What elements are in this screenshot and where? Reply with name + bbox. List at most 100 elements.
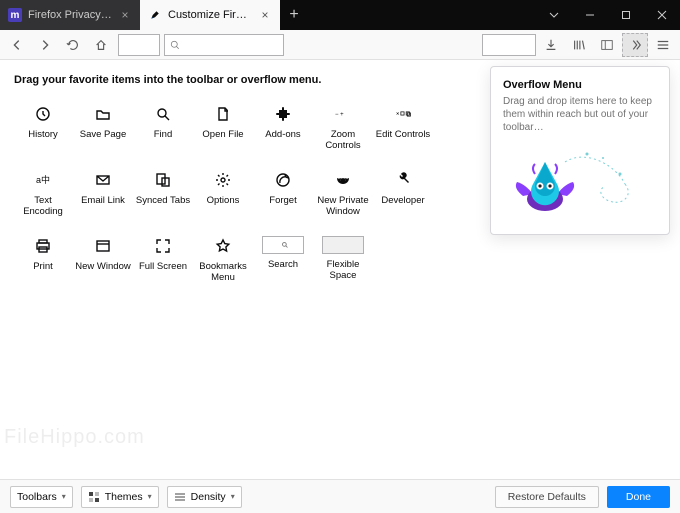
item-label: Edit Controls (376, 130, 430, 141)
done-button[interactable]: Done (607, 486, 670, 508)
item-label: Forget (269, 196, 296, 207)
search-bar-left[interactable] (164, 34, 284, 56)
close-icon[interactable]: × (258, 8, 272, 22)
item-label: Text Encoding (15, 196, 71, 218)
nav-toolbar (0, 30, 680, 60)
item-addons[interactable]: Add-ons (254, 100, 312, 156)
item-synced-tabs[interactable]: Synced Tabs (134, 166, 192, 222)
tab-favicon-moz: m (8, 8, 22, 22)
item-edit[interactable]: Edit Controls (374, 100, 432, 156)
wrench-icon (393, 170, 413, 190)
themes-dropdown[interactable]: Themes ▾ (81, 486, 159, 508)
synced-tabs-icon (153, 170, 173, 190)
file-icon (213, 104, 233, 124)
tab-customize[interactable]: Customize Firefox × (140, 0, 280, 30)
tab-privacy-notice[interactable]: m Firefox Privacy Notice — Mozi × (0, 0, 140, 30)
item-label: Options (207, 196, 240, 207)
paintbrush-icon (148, 8, 162, 22)
library-button[interactable] (566, 33, 592, 57)
chevron-down-icon: ▾ (148, 492, 152, 501)
svg-text:− +: − + (335, 112, 344, 118)
search-bar-right[interactable] (482, 34, 536, 56)
minimize-icon[interactable] (572, 0, 608, 30)
theme-icon (88, 491, 100, 503)
text-encoding-icon: a中 (33, 170, 53, 190)
overflow-title: Overflow Menu (503, 79, 657, 91)
drop-icon[interactable] (536, 0, 572, 30)
item-new-window[interactable]: New Window (74, 232, 132, 288)
svg-text:a中: a中 (36, 174, 50, 185)
mail-icon (93, 170, 113, 190)
edit-icon (393, 104, 413, 124)
item-print[interactable]: Print (14, 232, 72, 288)
overflow-illustration (505, 144, 655, 224)
close-icon[interactable]: × (118, 8, 132, 22)
forget-icon (273, 170, 293, 190)
item-label: Developer (381, 196, 424, 207)
item-options[interactable]: Options (194, 166, 252, 222)
gear-icon (213, 170, 233, 190)
downloads-button[interactable] (538, 33, 564, 57)
overflow-panel[interactable]: Overflow Menu Drag and drop items here t… (490, 66, 670, 235)
item-email-link[interactable]: Email Link (74, 166, 132, 222)
print-icon (33, 236, 53, 256)
back-button[interactable] (4, 33, 30, 57)
item-new-private[interactable]: New Private Window (314, 166, 372, 222)
reload-button[interactable] (60, 33, 86, 57)
item-forget[interactable]: Forget (254, 166, 312, 222)
watermark: FileHippo.com (4, 426, 145, 449)
item-label: Save Page (80, 130, 126, 141)
titlebar: m Firefox Privacy Notice — Mozi × Custom… (0, 0, 680, 30)
window-controls (536, 0, 680, 30)
item-label: Open File (202, 130, 243, 141)
toolbars-dropdown[interactable]: Toolbars ▾ (10, 486, 73, 508)
item-full-screen[interactable]: Full Screen (134, 232, 192, 288)
tab-strip: m Firefox Privacy Notice — Mozi × Custom… (0, 0, 536, 30)
home-button[interactable] (88, 33, 114, 57)
item-label: Print (33, 262, 53, 273)
sidebar-button[interactable] (594, 33, 620, 57)
overflow-desc: Drag and drop items here to keep them wi… (503, 95, 657, 134)
item-find[interactable]: Find (134, 100, 192, 156)
history-icon (33, 104, 53, 124)
star-icon (213, 236, 233, 256)
overflow-button[interactable] (622, 33, 648, 57)
tab-label: Firefox Privacy Notice — Mozi (28, 9, 112, 21)
item-text-encoding[interactable]: a中 Text Encoding (14, 166, 72, 222)
item-label: Search (268, 260, 298, 271)
item-flexible-space[interactable]: Flexible Space (314, 232, 372, 288)
item-label: Full Screen (139, 262, 187, 273)
item-bookmarks-menu[interactable]: Bookmarks Menu (194, 232, 252, 288)
dropdown-label: Themes (105, 491, 143, 503)
item-search[interactable]: Search (254, 232, 312, 288)
hamburger-menu[interactable] (650, 33, 676, 57)
restore-defaults-button[interactable]: Restore Defaults (495, 486, 599, 508)
item-label: Add-ons (265, 130, 300, 141)
window-icon (93, 236, 113, 256)
folder-icon (93, 104, 113, 124)
dropdown-label: Toolbars (17, 491, 57, 503)
item-zoom[interactable]: − + Zoom Controls (314, 100, 372, 156)
item-label: Email Link (81, 196, 125, 207)
chevron-down-icon: ▾ (231, 492, 235, 501)
fullscreen-icon (153, 236, 173, 256)
maximize-icon[interactable] (608, 0, 644, 30)
density-dropdown[interactable]: Density ▾ (167, 486, 242, 508)
new-tab-button[interactable]: + (280, 0, 308, 30)
flex-space-icon (322, 236, 364, 254)
item-developer[interactable]: Developer (374, 166, 432, 222)
chevron-down-icon: ▾ (62, 492, 66, 501)
density-icon (174, 491, 186, 503)
forward-button[interactable] (32, 33, 58, 57)
searchbox-icon (262, 236, 304, 254)
item-save-page[interactable]: Save Page (74, 100, 132, 156)
item-label: Zoom Controls (315, 130, 371, 152)
search-icon (153, 104, 173, 124)
item-open-file[interactable]: Open File (194, 100, 252, 156)
item-label: New Private Window (315, 196, 371, 218)
url-bar[interactable] (118, 34, 160, 56)
close-window-icon[interactable] (644, 0, 680, 30)
item-label: Find (154, 130, 172, 141)
item-history[interactable]: History (14, 100, 72, 156)
puzzle-icon (273, 104, 293, 124)
